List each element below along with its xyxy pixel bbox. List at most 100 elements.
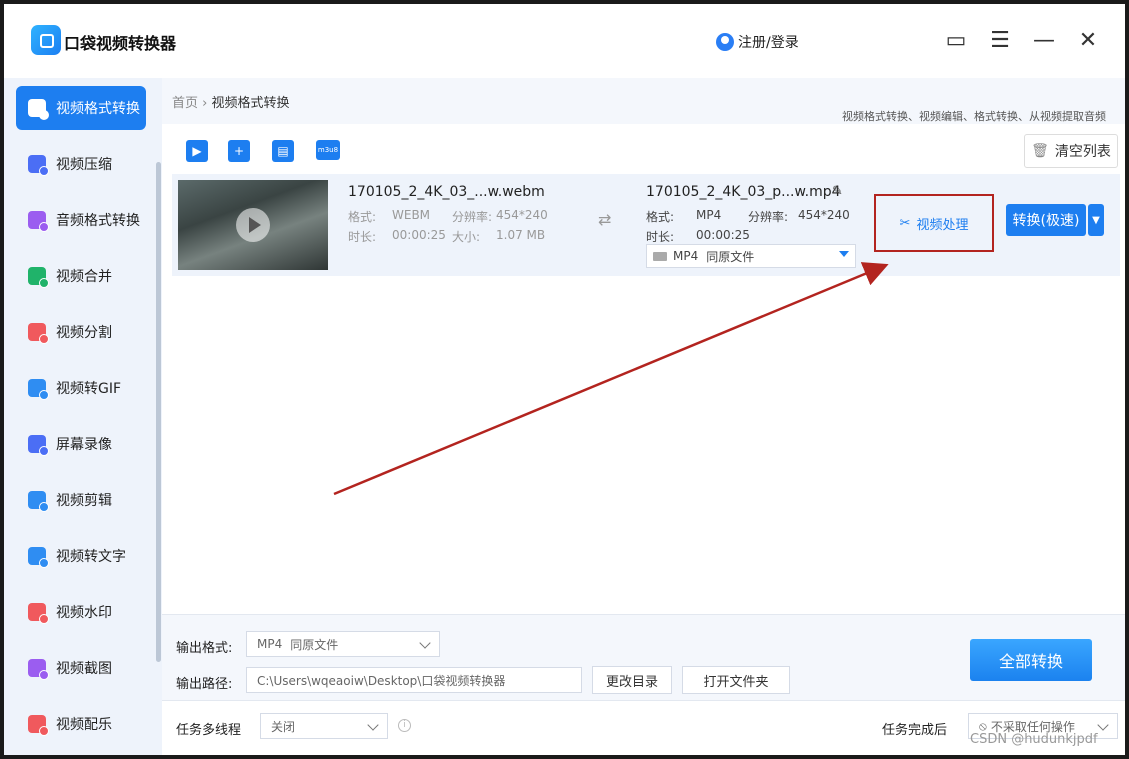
- sidebar-item-icon: [28, 99, 49, 120]
- footer-bar: 任务多线程 关闭 i 任务完成后 ⦸ 不采取任何操作: [162, 700, 1125, 755]
- add-file-icon[interactable]: ▶: [186, 140, 208, 162]
- convert-options-chevron-icon[interactable]: ▼: [1088, 204, 1104, 236]
- main-panel: 首页 › 视频格式转换 视频格式转换、视频编辑、格式转换、从视频提取音频 ▶ +…: [162, 78, 1125, 755]
- breadcrumb-separator: ›: [202, 96, 208, 111]
- sidebar-item-5[interactable]: 视频分割: [16, 310, 146, 354]
- add-folder-icon[interactable]: +: [228, 140, 250, 162]
- open-folder-button[interactable]: 打开文件夹: [682, 666, 790, 694]
- trash-icon: 🗑: [1031, 143, 1049, 159]
- sidebar-item-icon: [28, 211, 49, 232]
- output-preset-select[interactable]: MP4 同原文件: [646, 244, 856, 268]
- info-icon[interactable]: i: [398, 719, 411, 732]
- output-preset-quality: 同原文件: [706, 249, 755, 264]
- breadcrumb-bar: 首页 › 视频格式转换 视频格式转换、视频编辑、格式转换、从视频提取音频: [162, 78, 1125, 124]
- video-process-label: 视频处理: [916, 217, 969, 233]
- sidebar-item-icon: [28, 435, 49, 456]
- sidebar-item-icon: [28, 491, 49, 512]
- sidebar-item-label: 视频配乐: [56, 717, 112, 733]
- convert-fast-button[interactable]: 转换(极速): [1006, 204, 1086, 236]
- change-directory-button[interactable]: 更改目录: [592, 666, 672, 694]
- output-resolution-label: 分辨率:: [748, 210, 789, 224]
- add-device-icon[interactable]: ▤: [272, 140, 294, 162]
- app-logo-icon: [31, 25, 61, 55]
- breadcrumb-home[interactable]: 首页: [172, 96, 198, 111]
- sidebar-item-1[interactable]: 视频格式转换: [16, 86, 146, 130]
- sidebar: 视频格式转换 视频压缩音频格式转换视频合并视频分割视频转GIF 屏幕录像视频剪辑视频…: [4, 78, 162, 755]
- output-format: MP4: [696, 208, 722, 222]
- source-resolution-label: 分辨率:: [452, 210, 493, 224]
- sidebar-item-icon: [28, 323, 49, 344]
- sidebar-item-icon: [28, 659, 49, 680]
- source-filename: 170105_2_4K_03_...w.webm: [348, 184, 545, 200]
- sidebar-item-label: 视频压缩: [56, 157, 112, 173]
- output-resolution: 454*240: [798, 208, 850, 222]
- multithread-value: 关闭: [271, 719, 296, 734]
- sidebar-item-icon: [28, 547, 49, 568]
- source-resolution: 454*240: [496, 208, 548, 222]
- sidebar-item-9[interactable]: 视频转文字: [16, 534, 146, 578]
- sidebar-item-12[interactable]: 视频配乐: [16, 702, 146, 746]
- sidebar-item-label: 视频水印: [56, 605, 112, 621]
- sidebar-item-label: 音频格式转换: [56, 213, 140, 229]
- sidebar-item-4[interactable]: 视频合并: [16, 254, 146, 298]
- sidebar-item-8[interactable]: 视频剪辑: [16, 478, 146, 522]
- output-format-quality: 同原文件: [290, 637, 339, 652]
- multithread-label: 任务多线程: [176, 723, 242, 738]
- m3u8-icon[interactable]: m3u8: [316, 140, 340, 160]
- sidebar-item-icon: [28, 267, 49, 288]
- clear-list-label: 清空列表: [1054, 144, 1111, 160]
- chevron-down-icon: [367, 719, 379, 731]
- sidebar-item-icon: [28, 155, 49, 176]
- video-process-button[interactable]: ✂ 视频处理: [874, 194, 994, 252]
- clear-list-button[interactable]: 🗑 清空列表: [1024, 134, 1118, 168]
- multithread-select[interactable]: 关闭: [260, 713, 388, 739]
- folder-icon[interactable]: ▭: [942, 26, 970, 54]
- edit-pencil-icon[interactable]: ✎: [832, 184, 843, 199]
- chevron-down-icon: [839, 251, 849, 257]
- sidebar-item-3[interactable]: 音频格式转换: [16, 198, 146, 242]
- file-row: 170105_2_4K_03_...w.webm 格式: WEBM 分辨率: 4…: [172, 174, 1120, 276]
- output-format-select[interactable]: MP4 同原文件: [246, 631, 440, 657]
- sidebar-item-label: 屏幕录像: [56, 437, 112, 453]
- play-icon[interactable]: [236, 208, 270, 242]
- sidebar-item-label: 视频格式转换: [56, 101, 140, 117]
- source-size-label: 大小:: [452, 230, 481, 244]
- output-filename: 170105_2_4K_03_p...w.mp4: [646, 184, 841, 200]
- sidebar-scrollbar[interactable]: [156, 162, 161, 662]
- convert-all-button[interactable]: 全部转换: [970, 639, 1092, 681]
- output-path-value: C:\Users\wqeaoiw\Desktop\口袋视频转换器: [257, 673, 506, 688]
- sidebar-item-2[interactable]: 视频压缩: [16, 142, 146, 186]
- sidebar-item-label: 视频分割: [56, 325, 112, 341]
- breadcrumb: 首页 › 视频格式转换: [172, 92, 290, 111]
- video-camera-icon: [653, 251, 667, 261]
- app-window: 口袋视频转换器 注册/登录 ▭ ☰ — ✕ 视频格式转换 视频压缩 音频格式转换 视频…: [0, 0, 1129, 759]
- breadcrumb-current: 视频格式转换: [211, 96, 290, 111]
- menu-icon[interactable]: ☰: [986, 26, 1014, 54]
- chevron-down-icon: [419, 637, 431, 649]
- sidebar-item-icon: [28, 603, 49, 624]
- sidebar-item-icon: [28, 379, 49, 400]
- output-duration-label: 时长:: [646, 230, 675, 244]
- output-duration: 00:00:25: [696, 228, 750, 242]
- shuffle-icon: ⇄: [598, 210, 612, 229]
- user-avatar-icon: [716, 33, 734, 51]
- promo-text: 视频格式转换、视频编辑、格式转换、从视频提取音频: [842, 110, 1106, 123]
- chevron-down-icon: [1097, 719, 1109, 731]
- source-format-label: 格式:: [348, 210, 377, 224]
- source-format: WEBM: [392, 208, 431, 222]
- sidebar-item-label: 视频剪辑: [56, 493, 112, 509]
- login-button[interactable]: 注册/登录: [716, 32, 799, 52]
- output-format-label: 格式:: [646, 210, 675, 224]
- sidebar-item-10[interactable]: 视频水印: [16, 590, 146, 634]
- minimize-icon[interactable]: —: [1030, 26, 1058, 54]
- login-label: 注册/登录: [738, 35, 799, 51]
- video-thumbnail[interactable]: [178, 180, 328, 270]
- output-path-input[interactable]: C:\Users\wqeaoiw\Desktop\口袋视频转换器: [246, 667, 582, 693]
- sidebar-item-11[interactable]: 视频截图: [16, 646, 146, 690]
- watermark-text: CSDN @hudunkjpdf: [970, 732, 1098, 747]
- close-icon[interactable]: ✕: [1074, 26, 1102, 54]
- source-size: 1.07 MB: [496, 228, 546, 242]
- sidebar-item-7[interactable]: 屏幕录像: [16, 422, 146, 466]
- sidebar-item-6[interactable]: 视频转GIF: [16, 366, 146, 410]
- app-title: 口袋视频转换器: [64, 34, 177, 53]
